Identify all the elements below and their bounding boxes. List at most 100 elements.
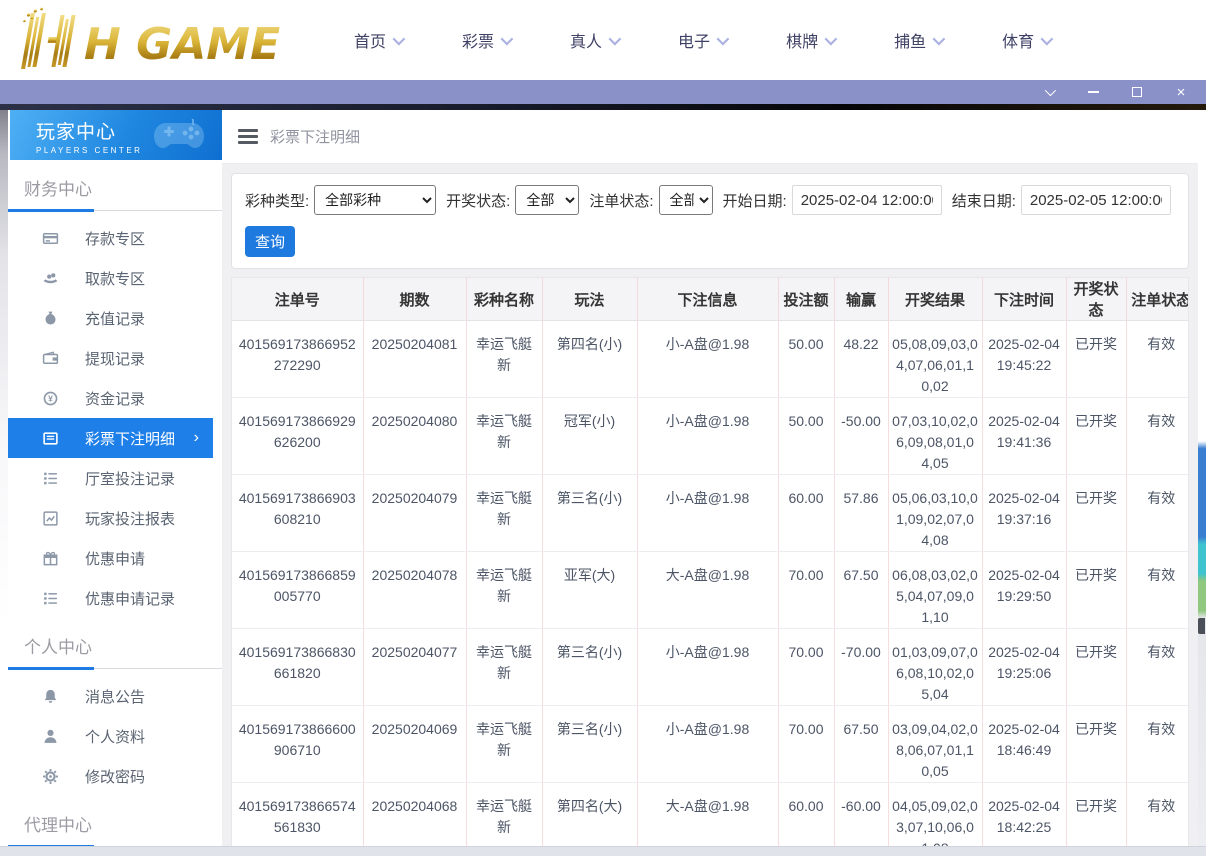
sidebar-item[interactable]: 玩家投注报表 <box>8 498 222 538</box>
menu-toggle-icon[interactable] <box>238 126 258 148</box>
table-cell: 401569173866929626200 <box>232 398 363 475</box>
nav-item-3[interactable]: 真人 <box>570 28 618 52</box>
table-cell: 有效 <box>1126 398 1189 475</box>
column-header: 期数 <box>363 278 466 321</box>
sidebar-item[interactable]: 彩票下注明细› <box>8 418 213 458</box>
table-cell: -50.00 <box>834 398 888 475</box>
table-cell: 幸运飞艇新 <box>466 629 542 706</box>
sidebar-item[interactable]: ¥ 资金记录 <box>8 378 222 418</box>
chevron-down-icon <box>1041 32 1054 45</box>
nav-item-6[interactable]: 捕鱼 <box>894 28 942 52</box>
lottery-type-label: 彩种类型: <box>245 190 309 211</box>
promo-apply-icon <box>42 550 59 567</box>
table-cell: 05,06,03,10,01,09,02,07,04,08 <box>888 475 982 552</box>
sidebar-item-label: 修改密码 <box>85 766 145 787</box>
search-button[interactable]: 查询 <box>245 226 295 257</box>
section-divider <box>8 209 222 212</box>
table-cell: 有效 <box>1126 321 1189 398</box>
sidebar-sections: 财务中心存款专区取款专区充值记录提现记录¥资金记录彩票下注明细›厅室投注记录玩家… <box>8 160 222 846</box>
nav-item-7[interactable]: 体育 <box>1002 28 1050 52</box>
window-titlebar: × <box>0 80 1206 104</box>
chevron-down-icon <box>717 32 730 45</box>
table-cell: 401569173866903608210 <box>232 475 363 552</box>
nav-item-1[interactable]: 首页 <box>354 28 402 52</box>
table-cell: 20250204078 <box>363 552 466 629</box>
table-cell: 有效 <box>1126 783 1189 847</box>
table-cell: 有效 <box>1126 552 1189 629</box>
table-cell: 04,05,09,02,03,07,10,06,01,08 <box>888 783 982 847</box>
table-cell: 已开奖 <box>1066 552 1126 629</box>
table-cell: 20250204081 <box>363 321 466 398</box>
chevron-down-icon <box>933 32 946 45</box>
table-cell: 幸运飞艇新 <box>466 706 542 783</box>
chevron-down-icon <box>393 32 406 45</box>
column-header: 输赢 <box>834 278 888 321</box>
table-cell: 亚军(大) <box>542 552 637 629</box>
table-cell: 2025-02-04 19:45:22 <box>982 321 1066 398</box>
gamepad-icon <box>152 119 210 153</box>
table-cell: 20250204068 <box>363 783 466 847</box>
nav-item-5[interactable]: 棋牌 <box>786 28 834 52</box>
sidebar-item[interactable]: 消息公告 <box>8 676 222 716</box>
table-cell: 幸运飞艇新 <box>466 475 542 552</box>
window-close-button[interactable]: × <box>1170 83 1192 101</box>
table-cell: 第三名(小) <box>542 475 637 552</box>
sidebar-item[interactable]: 优惠申请记录 <box>8 578 222 618</box>
start-date-input[interactable] <box>792 185 942 215</box>
sidebar-item-label: 资金记录 <box>85 388 145 409</box>
table-cell: 70.00 <box>778 706 834 783</box>
sidebar-item[interactable]: 存款专区 <box>8 218 222 258</box>
svg-text:¥: ¥ <box>48 393 53 403</box>
section-divider <box>8 845 222 846</box>
window-maximize-button[interactable] <box>1126 83 1148 101</box>
table-cell: 有效 <box>1126 475 1189 552</box>
sidebar-item[interactable]: 提现记录 <box>8 338 222 378</box>
table-cell: 01,03,09,07,06,08,10,02,05,04 <box>888 629 982 706</box>
table-cell: 20250204079 <box>363 475 466 552</box>
site-header: H GAME 首页彩票真人电子棋牌捕鱼体育 <box>0 0 1206 80</box>
nav-item-4[interactable]: 电子 <box>678 28 726 52</box>
draw-status-select[interactable]: 全部 <box>515 185 579 215</box>
window-minimize-button[interactable] <box>1082 83 1104 101</box>
table-cell: 50.00 <box>778 398 834 475</box>
sidebar-item-label: 优惠申请记录 <box>85 588 175 609</box>
table-cell: 幸运飞艇新 <box>466 552 542 629</box>
lottery-type-select[interactable]: 全部彩种 <box>314 185 436 215</box>
table-cell: 大-A盘@1.98 <box>637 783 778 847</box>
clipped-floating-widget <box>1198 618 1205 634</box>
table-cell: 70.00 <box>778 629 834 706</box>
end-date-input[interactable] <box>1021 185 1171 215</box>
table-cell: 第三名(小) <box>542 706 637 783</box>
nav-item-2[interactable]: 彩票 <box>462 28 510 52</box>
sidebar-section-title: 个人中心 <box>8 618 222 667</box>
order-status-select[interactable]: 全部 <box>659 185 713 215</box>
column-header: 下注信息 <box>637 278 778 321</box>
table-cell: -70.00 <box>834 629 888 706</box>
end-date-label: 结束日期: <box>952 190 1016 211</box>
bets-table: 注单号期数彩种名称玩法下注信息投注额输赢开奖结果下注时间开奖状态注单状态 401… <box>232 278 1189 846</box>
window-dropdown-button[interactable] <box>1038 83 1060 101</box>
sidebar-item[interactable]: 充值记录 <box>8 298 222 338</box>
column-header: 注单号 <box>232 278 363 321</box>
sidebar-item[interactable]: 厅室投注记录 <box>8 458 222 498</box>
chevron-down-icon <box>825 32 838 45</box>
sidebar-item[interactable]: 个人资料 <box>8 716 222 756</box>
sidebar-item[interactable]: 修改密码 <box>8 756 222 796</box>
sidebar-item-label: 消息公告 <box>85 686 145 707</box>
password-icon <box>42 768 59 785</box>
main-nav: 首页 彩票 真人 电子 棋牌 捕鱼 体育 <box>354 28 1050 52</box>
order-status-label: 注单状态: <box>589 190 653 211</box>
profile-icon <box>42 728 59 745</box>
table-cell: 已开奖 <box>1066 629 1126 706</box>
nav-label: 真人 <box>570 28 602 52</box>
nav-label: 电子 <box>678 28 710 52</box>
sidebar-item[interactable]: 优惠申请 <box>8 538 222 578</box>
table-cell: 67.50 <box>834 706 888 783</box>
nav-label: 首页 <box>354 28 386 52</box>
filter-panel: 彩种类型: 全部彩种 开奖状态: 全部 注单状态: 全部 开始日期: 结束日期:… <box>231 173 1189 269</box>
deposit-icon <box>42 230 59 247</box>
sidebar-item[interactable]: 取款专区 <box>8 258 222 298</box>
sidebar-item-label: 彩票下注明细 <box>85 428 175 449</box>
table-cell: 已开奖 <box>1066 783 1126 847</box>
table-cell: 401569173866574561830 <box>232 783 363 847</box>
